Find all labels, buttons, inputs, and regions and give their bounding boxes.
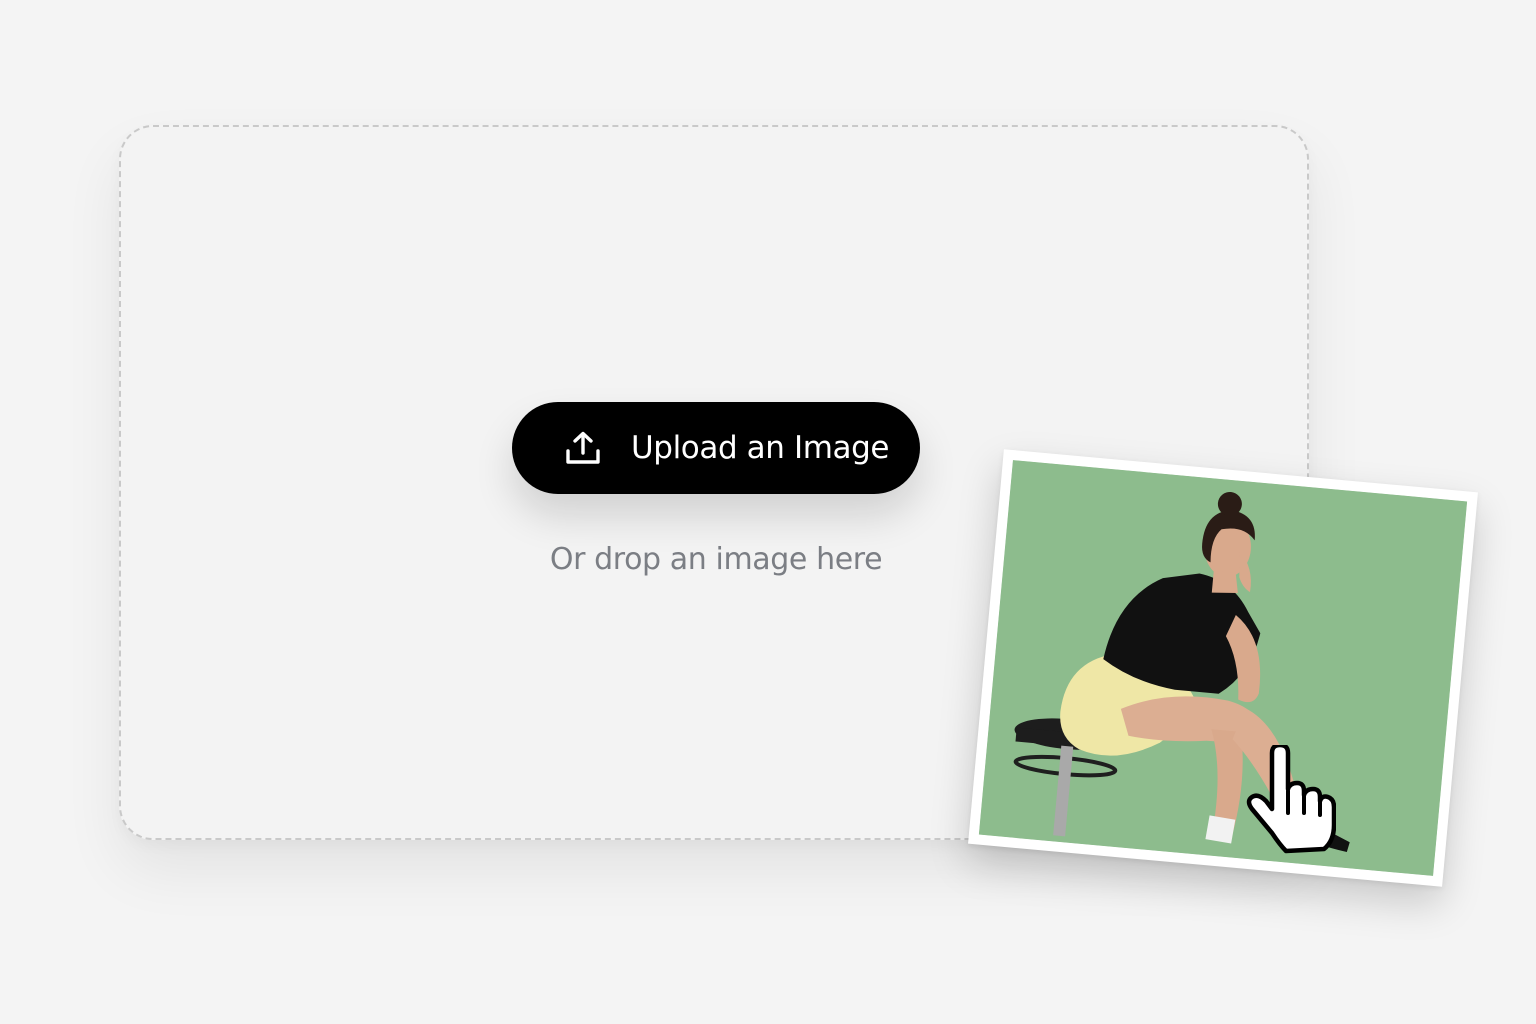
- dragged-image-preview[interactable]: [968, 449, 1478, 887]
- hand-pointer-cursor-icon: [1246, 745, 1336, 854]
- upload-icon: [564, 429, 602, 467]
- upload-button-label: Upload an Image: [631, 430, 890, 466]
- upload-page: Upload an Image Or drop an image here: [0, 0, 1536, 1024]
- preview-photo: [978, 460, 1468, 876]
- upload-image-button[interactable]: Upload an Image: [512, 402, 920, 494]
- drop-hint-text: Or drop an image here: [549, 542, 883, 577]
